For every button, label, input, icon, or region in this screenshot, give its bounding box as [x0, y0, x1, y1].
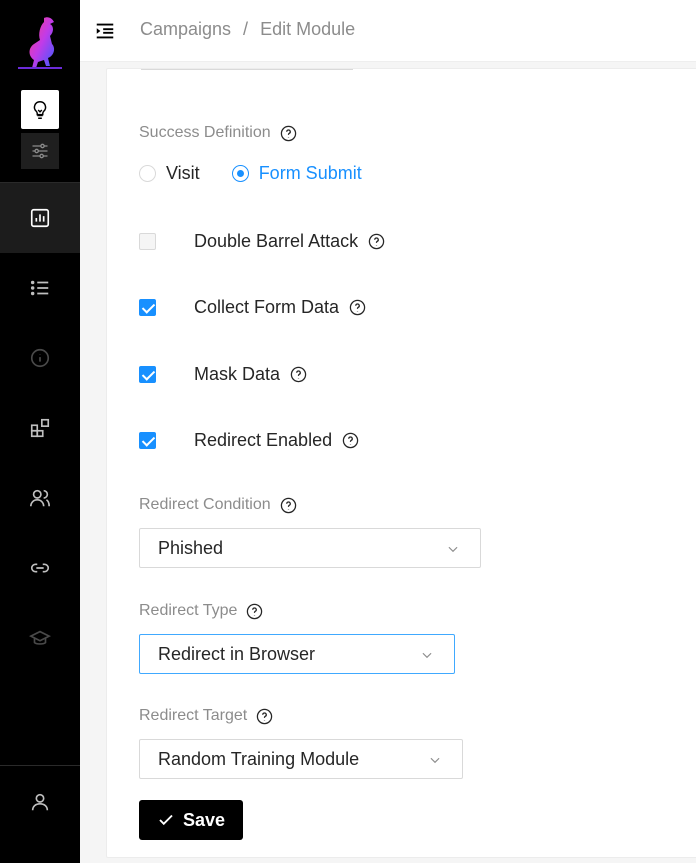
help-icon[interactable]: [280, 497, 297, 514]
redirect-type-value: Redirect in Browser: [158, 643, 316, 664]
sidebar-divider: [0, 765, 80, 766]
collect-form-data-row: Collect Form Data: [139, 297, 366, 318]
sidebar-item-modules[interactable]: [0, 393, 80, 463]
input-underline: [141, 69, 353, 70]
info-icon: [30, 348, 50, 368]
redirect-target-value: Random Training Module: [158, 748, 360, 769]
check-icon: [159, 814, 173, 826]
radio-visit-label[interactable]: Visit: [166, 163, 200, 184]
double-barrel-attack-checkbox[interactable]: [139, 233, 156, 250]
redirect-target-select[interactable]: Random Training Module: [139, 739, 463, 779]
collect-form-data-label[interactable]: Collect Form Data: [194, 297, 339, 318]
graduation-cap-icon: [29, 630, 51, 645]
success-definition-radio-group: Visit Form Submit: [139, 163, 394, 184]
success-definition-label: Success Definition: [139, 124, 297, 142]
sidebar-item-settings[interactable]: [21, 133, 59, 169]
mask-data-checkbox[interactable]: [139, 366, 156, 383]
redirect-type-text: Redirect Type: [139, 602, 238, 619]
collect-form-data-checkbox[interactable]: [139, 299, 156, 316]
top-bar: Campaigns / Edit Module: [80, 0, 696, 62]
sidebar-item-training[interactable]: [0, 603, 80, 673]
redirect-enabled-label[interactable]: Redirect Enabled: [194, 430, 332, 451]
save-button-label: Save: [182, 809, 226, 830]
mask-data-row: Mask Data: [139, 364, 307, 385]
users-icon: [30, 489, 50, 507]
sidebar-item-ideas[interactable]: [21, 90, 59, 129]
link-icon: [30, 563, 50, 573]
success-definition-text: Success Definition: [139, 124, 271, 141]
help-icon[interactable]: [290, 366, 307, 383]
menu-fold-icon[interactable]: [94, 20, 116, 42]
redirect-condition-label: Redirect Condition: [139, 496, 297, 514]
sidebar-item-users[interactable]: [0, 463, 80, 533]
redirect-target-label: Redirect Target: [139, 707, 273, 725]
redirect-target-text: Redirect Target: [139, 707, 248, 724]
list-icon: [30, 280, 49, 296]
help-icon[interactable]: [342, 432, 359, 449]
radio-form-submit[interactable]: [231, 165, 249, 182]
sidebar-item-reports[interactable]: [0, 183, 80, 253]
modules-icon: [30, 418, 50, 438]
double-barrel-attack-row: Double Barrel Attack: [139, 231, 385, 252]
radio-visit[interactable]: [139, 165, 156, 182]
help-icon[interactable]: [280, 125, 297, 142]
help-icon[interactable]: [368, 233, 385, 250]
lightbulb-icon: [33, 100, 47, 119]
goat-logo-icon[interactable]: [14, 12, 66, 70]
help-icon[interactable]: [256, 708, 273, 725]
user-icon: [31, 793, 49, 811]
redirect-enabled-checkbox[interactable]: [139, 432, 156, 449]
sidebar-item-profile[interactable]: [0, 767, 80, 837]
edit-module-form: Success Definition Visit Form Submit Dou…: [106, 68, 696, 858]
redirect-condition-select[interactable]: Phished: [139, 528, 481, 568]
redirect-condition-text: Redirect Condition: [139, 496, 271, 513]
sliders-icon: [32, 143, 48, 159]
radio-form-submit-label[interactable]: Form Submit: [259, 163, 362, 184]
double-barrel-attack-label[interactable]: Double Barrel Attack: [194, 231, 358, 252]
sidebar: [0, 0, 80, 863]
chevron-down-icon: [430, 757, 440, 764]
help-icon[interactable]: [349, 299, 366, 316]
redirect-type-select[interactable]: Redirect in Browser: [139, 634, 455, 674]
breadcrumb-separator: /: [243, 19, 249, 39]
bar-chart-icon: [30, 208, 50, 228]
redirect-enabled-row: Redirect Enabled: [139, 430, 359, 451]
breadcrumb-edit-module: Edit Module: [260, 19, 356, 39]
chevron-down-icon: [422, 652, 432, 659]
mask-data-label[interactable]: Mask Data: [194, 364, 280, 385]
help-icon[interactable]: [246, 603, 263, 620]
breadcrumb-campaigns[interactable]: Campaigns: [140, 19, 231, 40]
sidebar-item-info[interactable]: [0, 323, 80, 393]
chevron-down-icon: [448, 546, 458, 553]
sidebar-item-list[interactable]: [0, 253, 80, 323]
sidebar-item-links[interactable]: [0, 533, 80, 603]
redirect-type-label: Redirect Type: [139, 602, 263, 620]
breadcrumb: Campaigns / Edit Module: [140, 19, 355, 40]
save-button[interactable]: Save: [139, 800, 243, 840]
redirect-condition-value: Phished: [158, 537, 224, 558]
